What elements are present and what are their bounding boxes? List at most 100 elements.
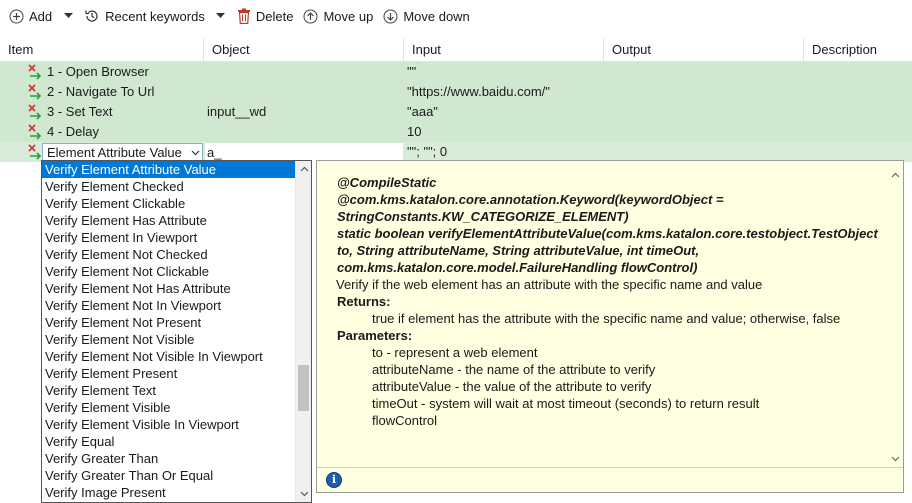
- doc-returns-text: true if element has the attribute with t…: [372, 311, 841, 326]
- recent-keywords-label: Recent keywords: [105, 8, 205, 24]
- doc-param: attributeValue - the value of the attrib…: [372, 379, 652, 394]
- arrow-up-circle-icon: [303, 9, 318, 23]
- step-input-cell: ""; ""; 0: [407, 144, 448, 159]
- column-header-item[interactable]: Item: [0, 38, 204, 62]
- dropdown-option[interactable]: Verify Equal: [42, 433, 296, 450]
- step-item-label: 2 - Navigate To Url: [47, 84, 155, 99]
- chevron-down-icon[interactable]: [188, 150, 202, 156]
- step-output-cell: [604, 82, 804, 102]
- doc-parameters-label: Parameters:: [337, 328, 413, 343]
- dropdown-option[interactable]: Verify Greater Than: [42, 450, 296, 467]
- scrollbar-thumb[interactable]: [298, 365, 309, 411]
- doc-footer: i: [317, 467, 903, 492]
- history-icon: [85, 10, 98, 22]
- dropdown-option[interactable]: Verify Element Has Attribute: [42, 212, 296, 229]
- doc-param: timeOut - system will wait at most timeo…: [372, 396, 760, 411]
- plus-circle-icon: [9, 9, 24, 23]
- dropdown-option[interactable]: Verify Element Present: [42, 365, 296, 382]
- dropdown-option[interactable]: Verify Element Not Checked: [42, 246, 296, 263]
- toolbar: Add Recent keywords Delete Move up Move …: [0, 0, 912, 32]
- keyword-documentation-popup: @CompileStatic @com.kms.katalon.core.ann…: [316, 160, 904, 493]
- add-dropdown-button[interactable]: [59, 4, 77, 28]
- doc-param: to - represent a web element: [372, 345, 538, 360]
- step-description-cell: [804, 82, 912, 102]
- step-output-cell: [604, 122, 804, 142]
- table-row[interactable]: 1 - Open Browser "": [0, 62, 912, 82]
- column-header-input[interactable]: Input: [404, 38, 604, 62]
- step-input-cell: "": [407, 64, 417, 79]
- scroll-down-arrow-icon[interactable]: [887, 451, 903, 467]
- column-header-object[interactable]: Object: [204, 38, 404, 62]
- dropdown-option[interactable]: Verify Element Not Has Attribute: [42, 280, 296, 297]
- doc-param: attributeName - the name of the attribut…: [372, 362, 656, 377]
- recent-keywords-dropdown-button[interactable]: [212, 4, 230, 28]
- scroll-up-arrow-icon[interactable]: [887, 167, 903, 183]
- column-header-description[interactable]: Description: [804, 38, 912, 62]
- scroll-down-arrow-icon[interactable]: [296, 486, 311, 502]
- dropdown-option[interactable]: Verify Element Not Visible In Viewport: [42, 348, 296, 365]
- dropdown-option[interactable]: Verify Element Not In Viewport: [42, 297, 296, 314]
- dropdown-option[interactable]: Verify Element Visible: [42, 399, 296, 416]
- doc-scrollbar[interactable]: [887, 161, 903, 467]
- step-input-cell: "https://www.baidu.com/": [407, 84, 550, 99]
- step-object-cell: input__wd: [207, 104, 267, 119]
- dropdown-option[interactable]: Verify Element Visible In Viewport: [42, 416, 296, 433]
- step-description-cell: [804, 122, 912, 142]
- doc-param: flowControl: [372, 413, 438, 428]
- doc-returns-label: Returns:: [337, 294, 391, 309]
- delete-button[interactable]: Delete: [234, 4, 297, 28]
- doc-annotation: @CompileStatic: [337, 175, 437, 190]
- dropdown-option[interactable]: Verify Greater Than Or Equal: [42, 467, 296, 484]
- add-label: Add: [29, 8, 53, 24]
- step-object-cell: [204, 82, 404, 102]
- doc-summary: Verify if the web element has an attribu…: [336, 277, 763, 292]
- step-x-arrow-icon: [28, 124, 42, 140]
- dropdown-option[interactable]: Verify Element Text: [42, 382, 296, 399]
- column-header-output[interactable]: Output: [604, 38, 804, 62]
- move-up-button[interactable]: Move up: [300, 4, 376, 28]
- step-input-cell: 10: [407, 124, 422, 139]
- dropdown-option[interactable]: Verify Element Checked: [42, 178, 296, 195]
- dropdown-option[interactable]: Verify Element Clickable: [42, 195, 296, 212]
- keyword-options: Verify Element Attribute Value Verify Ele…: [42, 161, 296, 501]
- dropdown-option[interactable]: Verify Element In Viewport: [42, 229, 296, 246]
- test-steps-table: 1 - Open Browser "" 2 - Navigate To Url …: [0, 62, 912, 162]
- info-icon[interactable]: i: [326, 472, 342, 488]
- step-description-cell: [804, 102, 912, 122]
- keyword-combo-value: Element Attribute Value: [47, 145, 182, 160]
- table-header: Item Object Input Output Description: [0, 38, 912, 62]
- move-down-button[interactable]: Move down: [380, 4, 472, 28]
- move-down-label: Move down: [403, 8, 470, 24]
- table-row[interactable]: 3 - Set Text input__wd "aaa": [0, 102, 912, 122]
- delete-label: Delete: [255, 8, 294, 24]
- step-x-arrow-icon: [28, 64, 42, 80]
- table-row[interactable]: 4 - Delay 10: [0, 122, 912, 142]
- doc-body: @CompileStatic @com.kms.katalon.core.ann…: [317, 161, 887, 467]
- caret-down-icon: [216, 13, 226, 18]
- step-output-cell: [604, 62, 804, 82]
- step-x-arrow-icon: [28, 104, 42, 120]
- doc-keyword-annotation: @com.kms.katalon.core.annotation.Keyword…: [337, 192, 724, 224]
- step-item-label: 3 - Set Text: [47, 104, 113, 119]
- step-description-cell: [804, 62, 912, 82]
- step-input-cell: "aaa": [407, 104, 438, 119]
- dropdown-option[interactable]: Verify Element Attribute Value: [42, 161, 296, 178]
- step-item-label: 4 - Delay: [47, 124, 100, 139]
- table-row[interactable]: 2 - Navigate To Url "https://www.baidu.c…: [0, 82, 912, 102]
- caret-down-icon: [63, 13, 73, 18]
- recent-keywords-button[interactable]: Recent keywords: [81, 4, 208, 28]
- scroll-up-arrow-icon[interactable]: [296, 161, 311, 177]
- trash-icon: [237, 8, 250, 24]
- step-x-arrow-icon: [28, 84, 42, 100]
- dropdown-option[interactable]: Verify Image Present: [42, 484, 296, 501]
- arrow-down-circle-icon: [383, 9, 398, 23]
- add-button[interactable]: Add: [6, 4, 55, 28]
- dropdown-option[interactable]: Verify Element Not Clickable: [42, 263, 296, 280]
- step-object-cell: [204, 62, 404, 82]
- step-output-cell: [604, 102, 804, 122]
- keyword-dropdown-list[interactable]: Verify Element Attribute Value Verify Ele…: [41, 160, 312, 503]
- table-row-editing[interactable]: Element Attribute Value a_ ""; ""; 0: [0, 142, 912, 162]
- dropdown-option[interactable]: Verify Element Not Visible: [42, 331, 296, 348]
- dropdown-option[interactable]: Verify Element Not Present: [42, 314, 296, 331]
- dropdown-scrollbar[interactable]: [295, 161, 311, 502]
